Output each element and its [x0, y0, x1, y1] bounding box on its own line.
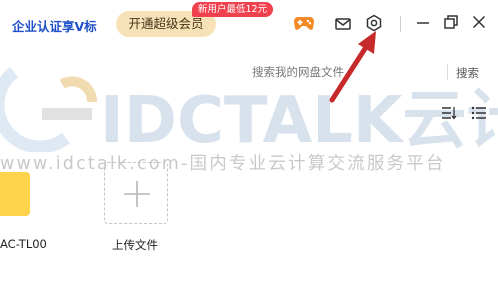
plus-icon [124, 181, 150, 207]
minimize-icon[interactable] [416, 15, 430, 31]
game-controller-icon[interactable] [293, 14, 315, 32]
top-bar: 企业认证享V标 开通超级会员 新用户最低12元 [0, 0, 498, 48]
watermark-text: www.idctalk.com-国内专业云计算交流服务平台 [0, 154, 446, 174]
annotation-arrow-icon [329, 31, 376, 103]
sort-icon[interactable] [441, 106, 457, 120]
search-separator [447, 64, 448, 80]
title-bar-separator [400, 16, 401, 32]
folder-icon [0, 172, 30, 216]
list-view-icon[interactable] [471, 106, 487, 120]
search-button[interactable]: 搜索 [456, 65, 479, 81]
close-icon[interactable] [472, 15, 486, 29]
search-bar: 搜索 [0, 58, 498, 88]
upload-file-label: 上传文件 [112, 238, 158, 252]
folder-item[interactable] [0, 172, 30, 216]
promo-badge: 新用户最低12元 [192, 2, 274, 17]
enterprise-verify-link[interactable]: 企业认证享V标 [12, 16, 97, 35]
watermark-big-text: IDCTALK云计 [100, 84, 498, 152]
folder-name: AC-TL00 [0, 237, 47, 251]
upload-file-button[interactable] [104, 162, 168, 224]
restore-icon[interactable] [444, 15, 458, 29]
